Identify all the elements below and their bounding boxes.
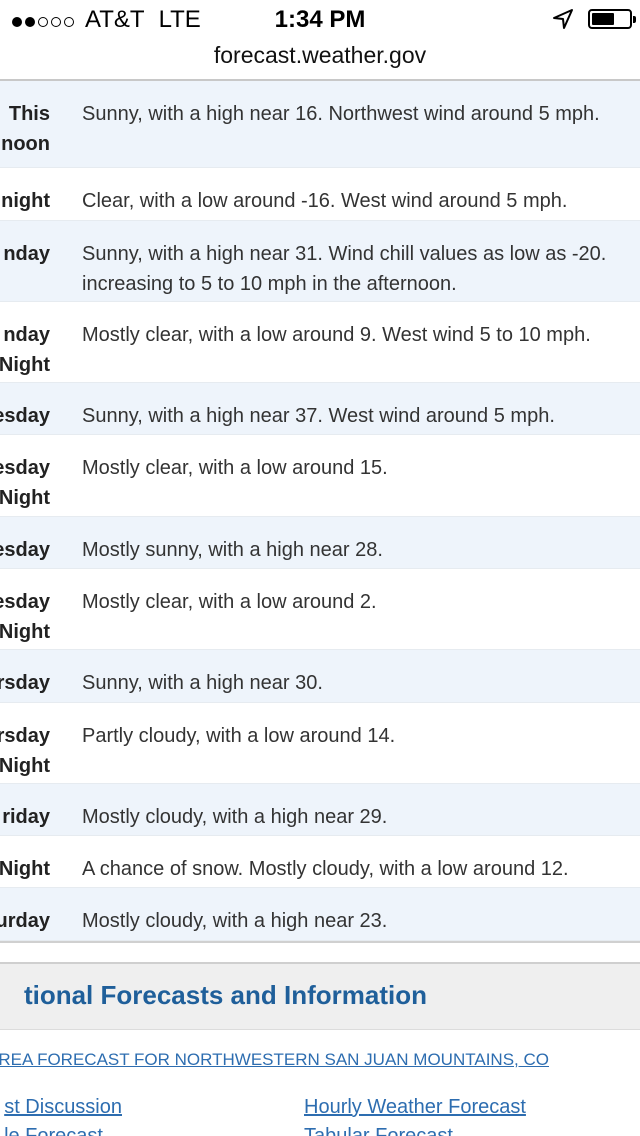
forecast-row: riday Mostly cloudy, with a high near 29. [0, 784, 640, 836]
forecast-row: nday Night Mostly clear, with a low around… [0, 302, 640, 383]
forecast-table: This noon Sunny, with a high near 16. Nort… [0, 81, 640, 941]
forecast-period-label: esday [0, 401, 50, 431]
period-label-line: nday [3, 243, 50, 265]
period-label-line: esday [0, 405, 50, 427]
period-label-line: Night [0, 755, 50, 777]
description-line: Sunny, with a high near 31. Wind chill v… [82, 243, 607, 265]
forecast-period-label: rsday [0, 668, 50, 698]
forecast-period-label: rsday Night [0, 721, 50, 781]
forecast-description: Mostly clear, with a low around 2. [82, 591, 377, 613]
period-label-line: esday [0, 591, 50, 613]
period-label-line: Night [0, 354, 50, 376]
period-label-line: urday [0, 910, 50, 932]
forecast-description: Clear, with a low around -16. West wind … [82, 190, 568, 212]
forecast-description: A chance of snow. Mostly cloudy, with a … [82, 858, 569, 880]
additional-info-header: tional Forecasts and Information [0, 964, 640, 1030]
forecast-row: esday Night Mostly clear, with a low aroun… [0, 569, 640, 650]
period-label-line: rsday [0, 725, 50, 747]
forecast-row: esday Mostly sunny, with a high near 28. [0, 517, 640, 569]
forecast-period-label: esday Night [0, 587, 50, 647]
screen: AT&T LTE 1:34 PM forecast.weather.gov Th… [0, 0, 640, 1136]
forecast-row: esday Sunny, with a high near 37. West wi… [0, 383, 640, 435]
forecast-row: Night A chance of snow. Mostly cloudy, wi… [0, 836, 640, 888]
battery-nub [633, 16, 636, 23]
graphical-forecast-link[interactable]: le Forecast [4, 1125, 103, 1136]
forecast-period-label: Night [0, 854, 50, 884]
period-label-line: nday [3, 324, 50, 346]
forecast-description: Partly cloudy, with a low around 14. [82, 725, 396, 747]
forecast-description: Mostly cloudy, with a high near 29. [82, 806, 388, 828]
additional-info-title: tional Forecasts and Information [23, 980, 427, 1010]
period-label-line: night [1, 190, 50, 212]
forecast-row: nday Sunny, with a high near 31. Wind chi… [0, 221, 640, 302]
forecast-period-label: urday [0, 906, 50, 936]
additional-info-section: tional Forecasts and Information REA FOR… [0, 962, 640, 1136]
period-label-line: Night [0, 487, 50, 509]
period-label-line: Night [0, 621, 50, 643]
forecast-description: Sunny, with a high near 30. [82, 672, 323, 694]
address-bar[interactable]: forecast.weather.gov [0, 40, 640, 78]
battery-level-fill [592, 13, 614, 25]
period-label-line: rsday [0, 672, 50, 694]
forecast-period-label: nday [3, 239, 50, 269]
forecast-description: Mostly sunny, with a high near 28. [82, 539, 383, 561]
forecast-description: Mostly clear, with a low around 15. [82, 457, 388, 479]
area-forecast-link[interactable]: REA FORECAST FOR NORTHWESTERN SAN JUAN M… [0, 1050, 549, 1070]
forecast-description: Sunny, with a high near 16. Northwest wi… [82, 103, 600, 125]
period-label-line: riday [2, 806, 50, 828]
forecast-description: Sunny, with a high near 37. West wind ar… [82, 405, 555, 427]
forecast-period-label: riday [2, 802, 50, 832]
forecast-row: night Clear, with a low around -16. West … [0, 168, 640, 221]
forecast-description: Mostly clear, with a low around 9. West … [82, 324, 591, 346]
forecast-description: Mostly cloudy, with a high near 23. [82, 910, 388, 932]
status-bar: AT&T LTE 1:34 PM [0, 0, 640, 40]
location-arrow-icon [553, 9, 573, 29]
forecast-period-label: nday Night [0, 320, 50, 380]
forecast-row: esday Night Mostly clear, with a low aroun… [0, 435, 640, 517]
forecast-period-label: This noon [1, 99, 50, 159]
forecast-row: urday Mostly cloudy, with a high near 23. [0, 888, 640, 941]
period-label-line: noon [1, 133, 50, 155]
period-label-line: This [8, 103, 50, 125]
period-label-line: Night [0, 858, 50, 880]
description-line: increasing to 5 to 10 mph in the afterno… [82, 273, 457, 295]
forecast-row: rsday Sunny, with a high near 30. [0, 650, 640, 703]
period-label-line: esday [0, 457, 50, 479]
forecast-row: rsday Night Partly cloudy, with a low arou… [0, 703, 640, 784]
url-text: forecast.weather.gov [213, 42, 427, 68]
hourly-forecast-link[interactable]: Hourly Weather Forecast [304, 1096, 526, 1119]
forecast-description: Sunny, with a high near 31. Wind chill v… [82, 239, 606, 299]
period-label-line: esday [0, 539, 50, 561]
forecast-period-label: esday [0, 535, 50, 565]
status-time: 1:34 PM [274, 6, 366, 33]
table-bottom-border [0, 941, 640, 943]
forecast-period-label: esday Night [0, 453, 50, 513]
battery-icon [588, 9, 636, 29]
forecast-period-label: night [1, 186, 50, 216]
status-right [552, 8, 636, 30]
tabular-forecast-link[interactable]: Tabular Forecast [304, 1125, 453, 1136]
forecast-row: This noon Sunny, with a high near 16. Nort… [0, 81, 640, 168]
forecast-discussion-link[interactable]: st Discussion [4, 1096, 122, 1119]
